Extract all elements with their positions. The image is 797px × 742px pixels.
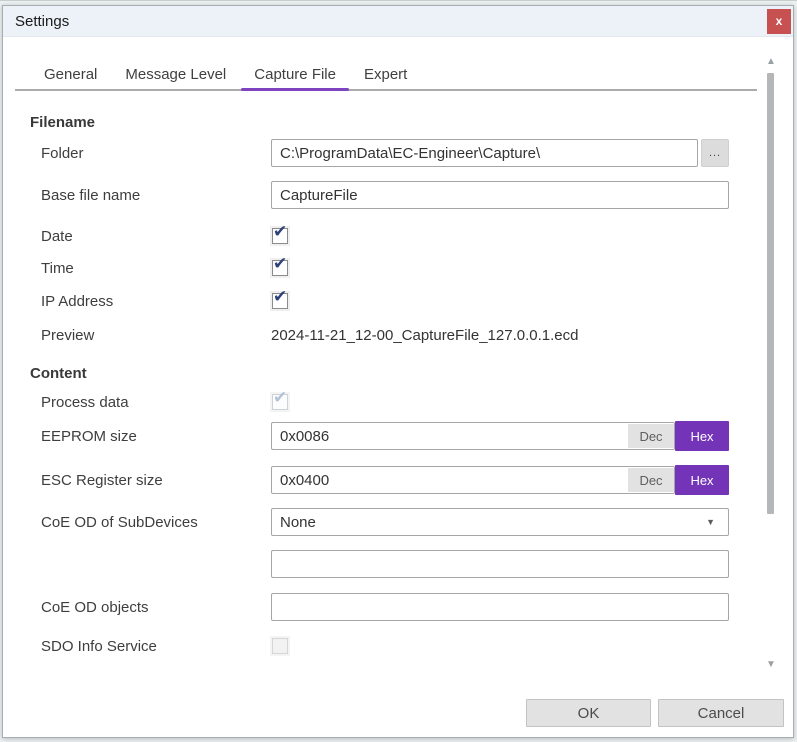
base-file-name-row: Base file name <box>30 181 793 209</box>
cancel-button[interactable]: Cancel <box>658 699 784 727</box>
coe-od-subdevices-value: None <box>280 513 316 531</box>
scroll-up-icon[interactable]: ▲ <box>764 56 778 68</box>
eeprom-hex-button[interactable]: Hex <box>675 421 729 451</box>
folder-label: Folder <box>41 144 84 162</box>
coe-od-subdevices-dropdown[interactable]: None ▼ <box>271 508 729 536</box>
content-section-header: Content <box>30 365 87 382</box>
eeprom-size-input[interactable] <box>271 422 675 450</box>
tab-general[interactable]: General <box>31 59 110 89</box>
preview-label: Preview <box>41 326 95 344</box>
tab-bar: General Message Level Capture File Exper… <box>3 59 793 91</box>
folder-field-group: ... <box>271 139 729 167</box>
settings-dialog: Settings x General Message Level Capture… <box>2 5 794 738</box>
preview-value: 2024-11-21_12-00_CaptureFile_127.0.0.1.e… <box>271 326 579 344</box>
eeprom-dec-button[interactable]: Dec <box>628 424 674 448</box>
esc-dec-button[interactable]: Dec <box>628 468 674 492</box>
coe-od-filter-input[interactable] <box>271 550 729 578</box>
date-label: Date <box>41 227 73 245</box>
coe-od-subdevices-label: CoE OD of SubDevices <box>41 513 198 531</box>
date-row: Date ✔ <box>30 222 793 246</box>
folder-row: Folder ... <box>30 139 793 167</box>
preview-row: Preview 2024-11-21_12-00_CaptureFile_127… <box>30 326 793 344</box>
ip-address-checkbox[interactable]: ✔ <box>272 287 288 309</box>
eeprom-size-row: EEPROM size Dec Hex <box>30 421 793 451</box>
chevron-down-icon: ▼ <box>706 517 715 527</box>
ip-address-row: IP Address ✔ <box>30 287 793 311</box>
tab-divider <box>15 89 757 91</box>
eeprom-size-label: EEPROM size <box>41 427 137 445</box>
ip-address-label: IP Address <box>41 292 114 310</box>
esc-field-group: Dec Hex <box>271 465 729 495</box>
esc-hex-button[interactable]: Hex <box>675 465 729 495</box>
tab-expert[interactable]: Expert <box>351 59 420 89</box>
time-checkbox[interactable]: ✔ <box>272 254 288 276</box>
dialog-footer: OK Cancel <box>526 699 784 727</box>
check-icon: ✔ <box>273 388 288 407</box>
coe-od-filter-row <box>30 550 793 578</box>
sdo-info-service-checkbox <box>272 638 288 654</box>
esc-register-size-label: ESC Register size <box>41 471 163 489</box>
sdo-info-service-label: SDO Info Service <box>41 637 157 655</box>
check-icon: ✔ <box>273 254 288 273</box>
dialog-title: Settings <box>15 12 70 30</box>
time-row: Time ✔ <box>30 254 793 278</box>
esc-register-size-input[interactable] <box>271 466 675 494</box>
coe-od-objects-label: CoE OD objects <box>41 598 149 616</box>
tab-capture-file[interactable]: Capture File <box>241 59 349 91</box>
folder-input[interactable] <box>271 139 699 167</box>
process-data-row: Process data ✔ <box>30 388 793 412</box>
base-file-name-label: Base file name <box>41 186 141 204</box>
esc-register-size-row: ESC Register size Dec Hex <box>30 465 793 495</box>
close-icon[interactable]: x <box>767 9 791 34</box>
process-data-checkbox: ✔ <box>272 388 288 410</box>
coe-od-objects-input[interactable] <box>271 593 729 621</box>
eeprom-field-group: Dec Hex <box>271 421 729 451</box>
check-icon: ✔ <box>273 222 288 241</box>
vertical-scrollbar[interactable]: ▲ ▼ <box>764 56 778 671</box>
time-label: Time <box>41 259 74 277</box>
tab-message-level[interactable]: Message Level <box>112 59 239 89</box>
sdo-info-service-row: SDO Info Service <box>30 637 793 655</box>
dialog-titlebar[interactable]: Settings x <box>3 6 793 37</box>
check-icon: ✔ <box>273 287 288 306</box>
scroll-down-icon[interactable]: ▼ <box>764 659 778 671</box>
browse-button[interactable]: ... <box>701 139 729 167</box>
base-file-name-input[interactable] <box>271 181 729 209</box>
scrollbar-thumb[interactable] <box>767 73 774 514</box>
ok-button[interactable]: OK <box>526 699 651 727</box>
capture-file-form: Filename Folder ... Base file name Date … <box>3 114 793 655</box>
filename-section-header: Filename <box>30 114 96 131</box>
coe-od-objects-row: CoE OD objects <box>30 593 793 621</box>
process-data-label: Process data <box>41 393 129 411</box>
coe-od-subdevices-row: CoE OD of SubDevices None ▼ <box>30 508 793 536</box>
date-checkbox[interactable]: ✔ <box>272 222 288 244</box>
